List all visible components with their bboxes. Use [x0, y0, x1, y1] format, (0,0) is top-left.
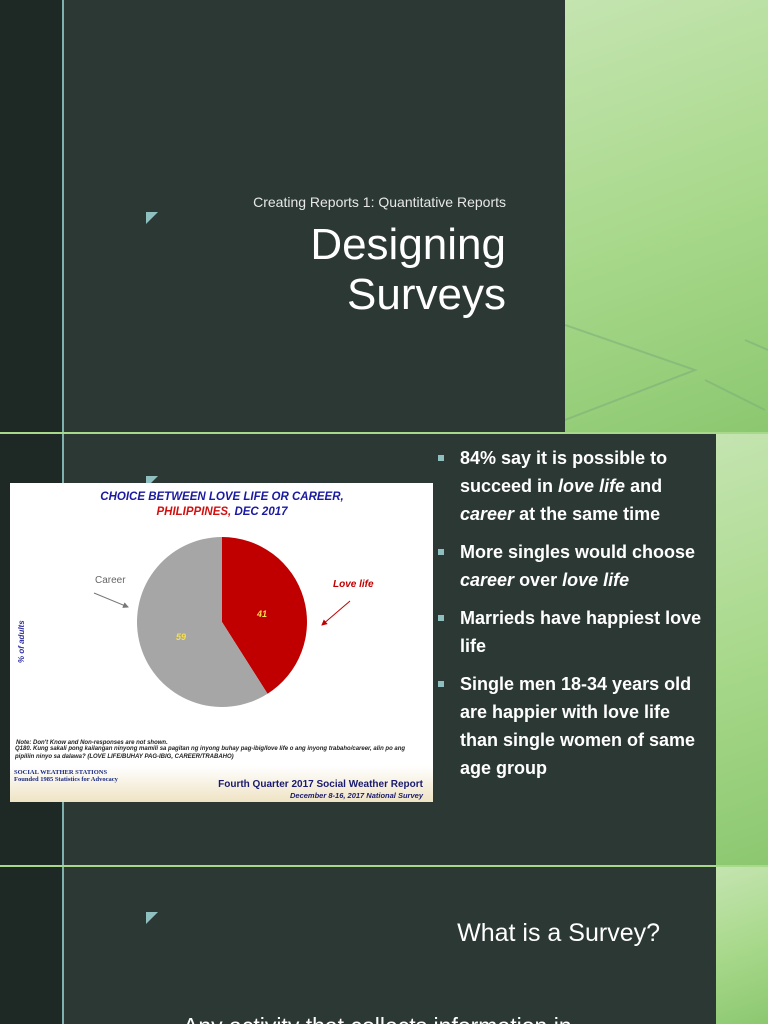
- divider: [62, 0, 64, 432]
- chart-subtitle: PHILIPPINES, DEC 2017: [156, 506, 288, 518]
- bullet-text: career: [460, 504, 515, 524]
- chart-footer: Fourth Quarter 2017 Social Weather Repor…: [218, 779, 424, 790]
- label-career: Career: [95, 575, 126, 586]
- slide-title: Designing Surveys: [310, 220, 506, 319]
- triangle-marker-icon: [146, 912, 158, 924]
- bullet-text: over: [514, 570, 563, 590]
- chart-footer-date: December 8-16, 2017 National Survey: [290, 791, 424, 800]
- bullet-list: 84% say it is possible to succeed in lov…: [438, 444, 708, 792]
- bullet-text: career: [460, 570, 515, 590]
- chart-question: Q180. Kung sakali pong kailangan ninyong…: [15, 746, 406, 760]
- bullet-text: love life: [562, 570, 630, 590]
- bullet-text: and: [625, 476, 663, 496]
- green-decor-panel: [716, 867, 768, 1024]
- slide-title: What is a Survey?: [457, 919, 660, 947]
- slide-1: Creating Reports 1: Quantitative Reports…: [0, 0, 768, 432]
- pie-chart: CHOICE BETWEEN LOVE LIFE OR CAREER, PHIL…: [10, 491, 433, 802]
- slide-subtitle: Creating Reports 1: Quantitative Reports: [253, 194, 506, 210]
- slide-3: What is a Survey? Any activity that coll…: [0, 867, 768, 1024]
- green-decor-panel: [716, 434, 768, 865]
- bullet-item: Marrieds have happiest love life: [438, 604, 708, 660]
- value-career: 59: [176, 632, 186, 642]
- value-love-life: 41: [256, 609, 267, 619]
- chart-title: CHOICE BETWEEN LOVE LIFE OR CAREER,: [100, 491, 343, 503]
- slide-2: CHOICE BETWEEN LOVE LIFE OR CAREER, PHIL…: [0, 434, 768, 865]
- triangle-marker-icon: [146, 212, 158, 224]
- green-decor-panel: [565, 0, 768, 432]
- bullet-text: love life: [558, 476, 626, 496]
- bullet-text: Single men 18-34 years old are happier w…: [460, 674, 696, 778]
- y-axis-label: % of adults: [17, 620, 26, 663]
- label-love-life: Love life: [333, 579, 374, 590]
- bullet-text: More singles would choose: [460, 542, 696, 562]
- sws-logo: SOCIAL WEATHER STATIONS Founded 1985 Sta…: [14, 769, 118, 783]
- pie-chart-image: CHOICE BETWEEN LOVE LIFE OR CAREER, PHIL…: [10, 483, 433, 802]
- bullet-text: Any activity that collects information i…: [183, 1013, 572, 1024]
- bullet-item: Single men 18-34 years old are happier w…: [438, 670, 708, 782]
- bullet-item: 84% say it is possible to succeed in lov…: [438, 444, 708, 528]
- bullet-item: More singles would choose career over lo…: [438, 538, 708, 594]
- bullet-text: at the same time: [514, 504, 661, 524]
- bullet-text: Marrieds have happiest love life: [460, 608, 702, 656]
